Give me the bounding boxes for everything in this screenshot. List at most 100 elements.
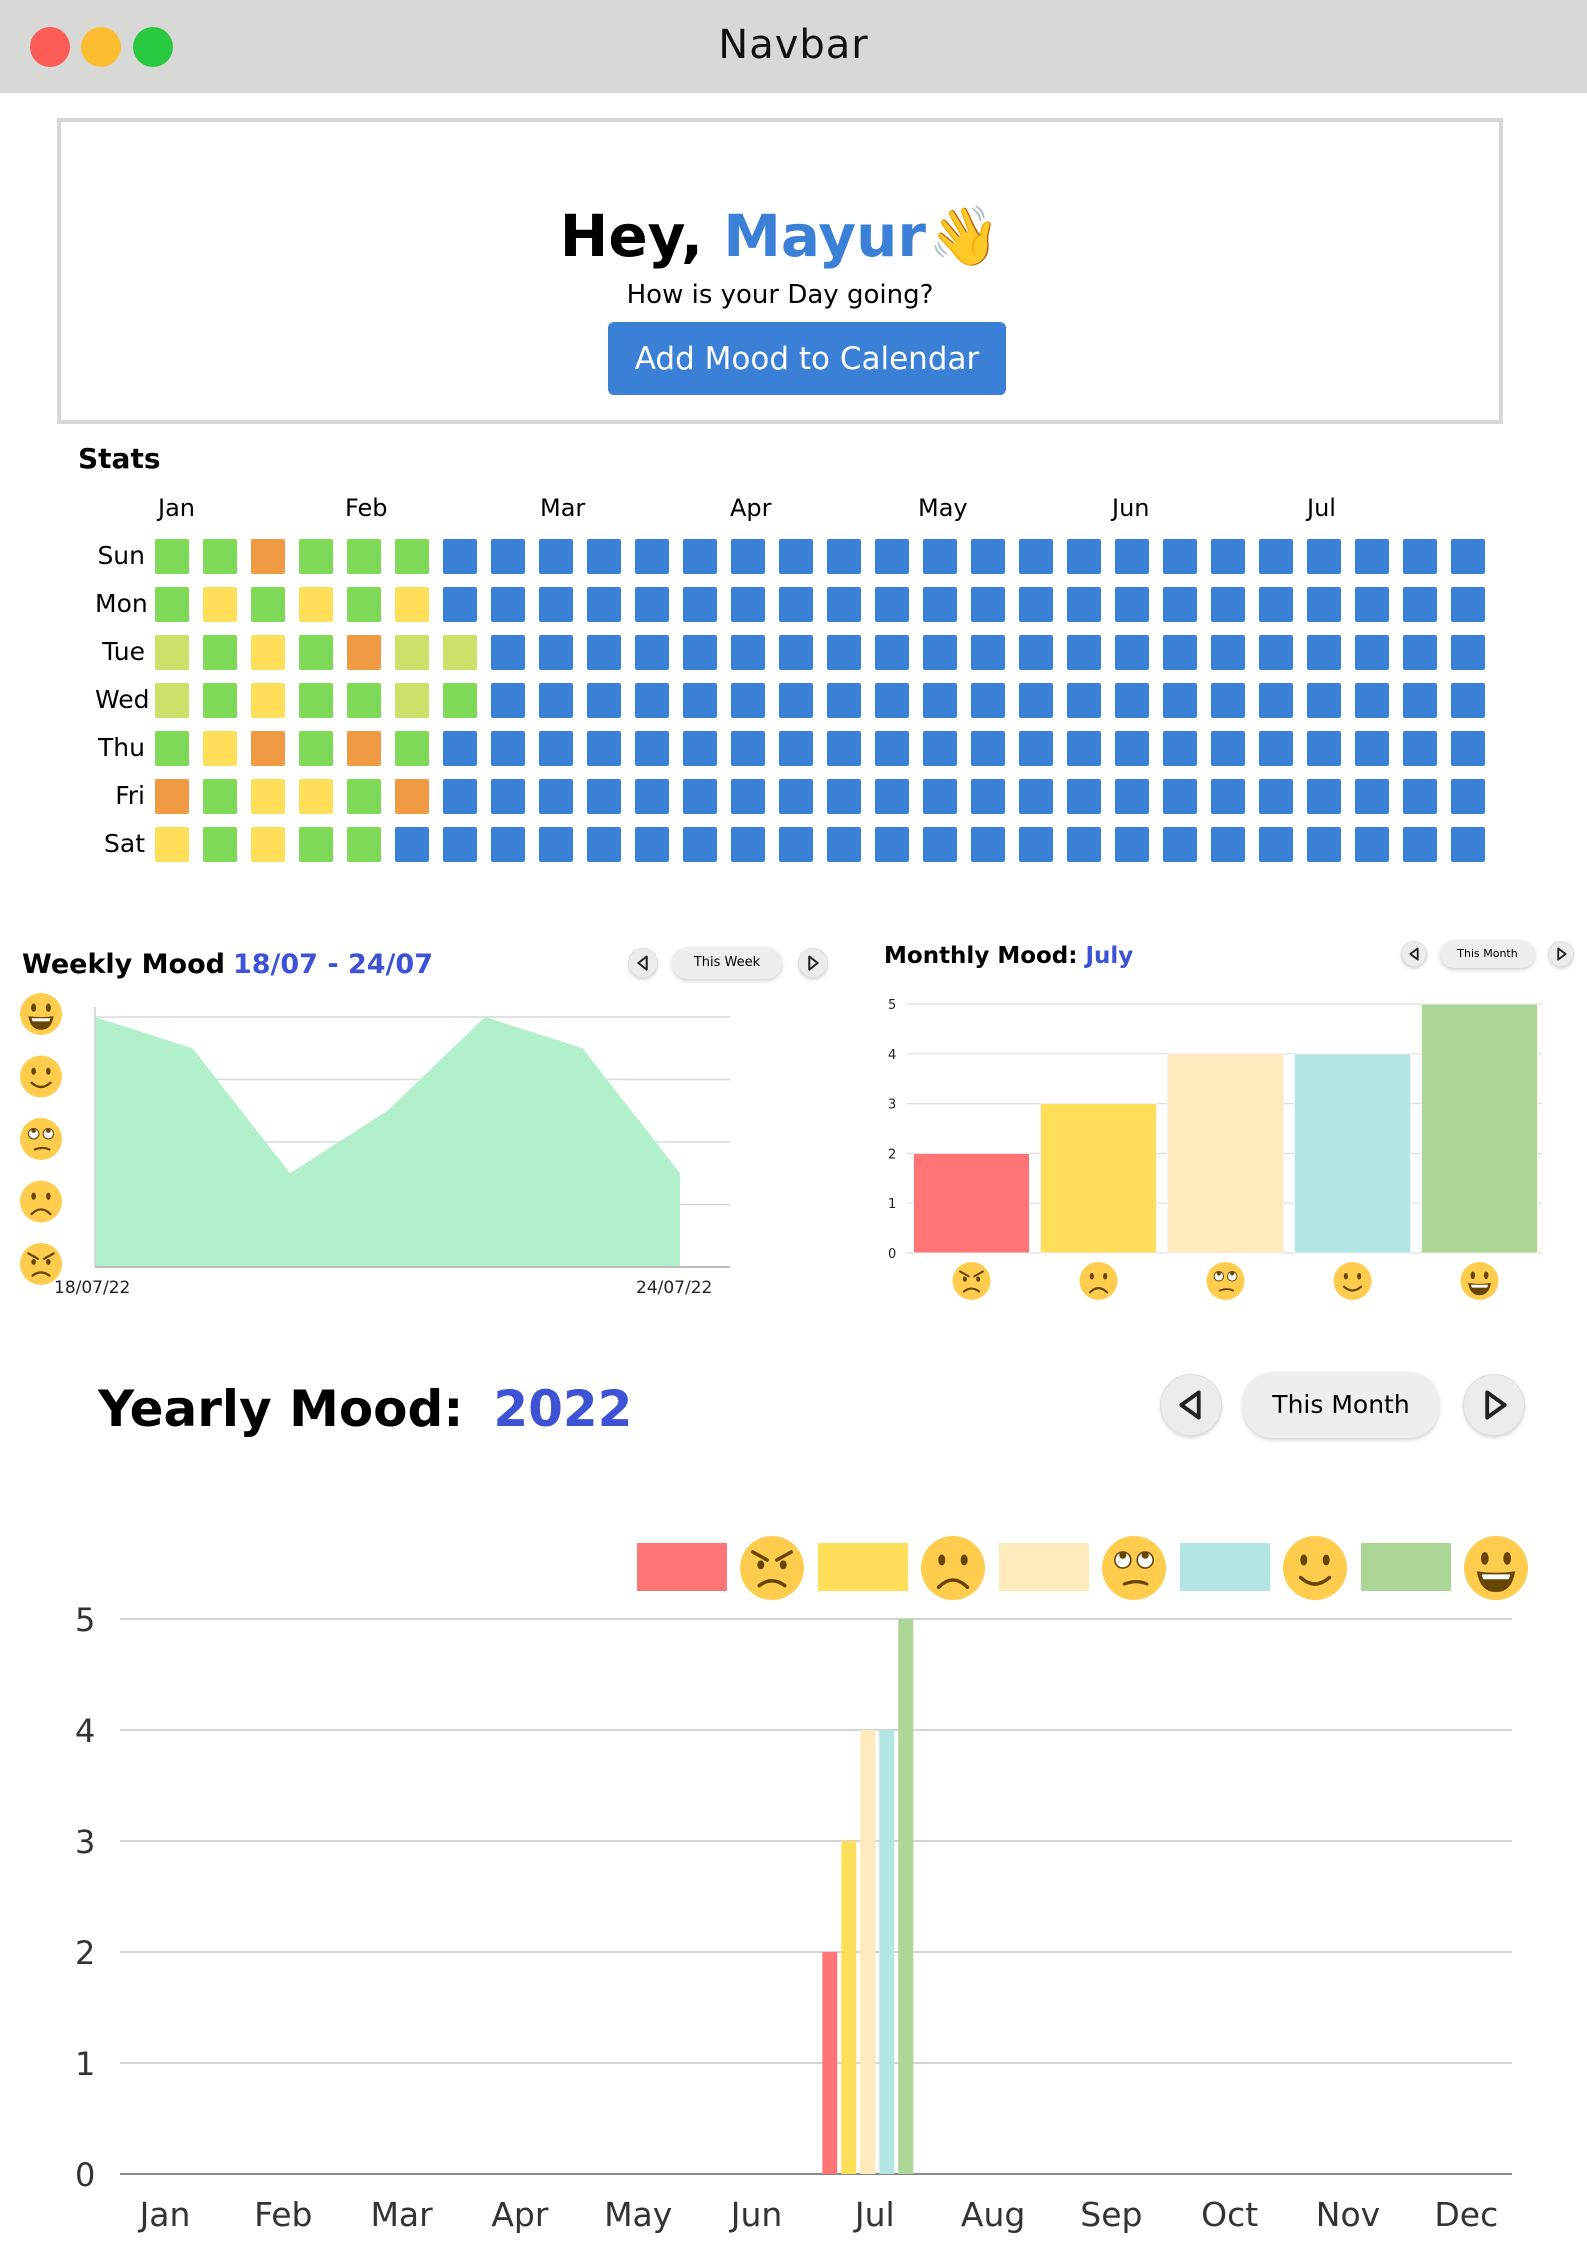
heatmap-cell[interactable] [683, 683, 717, 718]
heatmap-cell[interactable] [971, 635, 1005, 670]
heatmap-cell[interactable] [683, 587, 717, 622]
heatmap-cell[interactable] [1355, 539, 1389, 574]
heatmap-cell[interactable] [1451, 587, 1485, 622]
heatmap-cell[interactable] [587, 827, 621, 862]
heatmap-cell[interactable] [635, 539, 669, 574]
heatmap-cell[interactable] [1019, 539, 1053, 574]
heatmap-cell[interactable] [203, 731, 237, 766]
heatmap-cell[interactable] [203, 779, 237, 814]
heatmap-cell[interactable] [1451, 635, 1485, 670]
heatmap-cell[interactable] [443, 827, 477, 862]
monthly-prev-button[interactable] [1401, 941, 1427, 967]
heatmap-cell[interactable] [1307, 731, 1341, 766]
heatmap-cell[interactable] [875, 587, 909, 622]
heatmap-cell[interactable] [1451, 731, 1485, 766]
heatmap-cell[interactable] [731, 779, 765, 814]
heatmap-cell[interactable] [251, 635, 285, 670]
heatmap-cell[interactable] [203, 635, 237, 670]
heatmap-cell[interactable] [299, 635, 333, 670]
heatmap-cell[interactable] [1019, 731, 1053, 766]
heatmap-cell[interactable] [1355, 683, 1389, 718]
monthly-period-toggle[interactable]: This Month [1440, 940, 1535, 968]
heatmap-cell[interactable] [1259, 827, 1293, 862]
heatmap-cell[interactable] [155, 731, 189, 766]
heatmap-cell[interactable] [203, 587, 237, 622]
heatmap-cell[interactable] [1163, 635, 1197, 670]
heatmap-cell[interactable] [1403, 539, 1437, 574]
heatmap-cell[interactable] [251, 827, 285, 862]
heatmap-cell[interactable] [1403, 731, 1437, 766]
heatmap-cell[interactable] [1211, 827, 1245, 862]
heatmap-cell[interactable] [203, 539, 237, 574]
heatmap-cell[interactable] [1115, 683, 1149, 718]
monthly-next-button[interactable] [1548, 941, 1574, 967]
heatmap-cell[interactable] [1259, 587, 1293, 622]
heatmap-cell[interactable] [1067, 731, 1101, 766]
heatmap-cell[interactable] [1259, 779, 1293, 814]
heatmap-cell[interactable] [347, 587, 381, 622]
heatmap-cell[interactable] [731, 635, 765, 670]
heatmap-cell[interactable] [251, 683, 285, 718]
heatmap-cell[interactable] [1163, 683, 1197, 718]
heatmap-cell[interactable] [539, 731, 573, 766]
heatmap-cell[interactable] [347, 539, 381, 574]
heatmap-cell[interactable] [1067, 635, 1101, 670]
heatmap-cell[interactable] [1451, 779, 1485, 814]
heatmap-cell[interactable] [1451, 683, 1485, 718]
heatmap-cell[interactable] [1211, 635, 1245, 670]
heatmap-cell[interactable] [1019, 587, 1053, 622]
heatmap-cell[interactable] [395, 683, 429, 718]
heatmap-cell[interactable] [683, 731, 717, 766]
heatmap-cell[interactable] [1067, 779, 1101, 814]
heatmap-cell[interactable] [443, 731, 477, 766]
heatmap-cell[interactable] [971, 683, 1005, 718]
heatmap-cell[interactable] [1307, 827, 1341, 862]
heatmap-cell[interactable] [731, 827, 765, 862]
heatmap-cell[interactable] [875, 779, 909, 814]
heatmap-cell[interactable] [683, 827, 717, 862]
heatmap-cell[interactable] [1115, 635, 1149, 670]
heatmap-cell[interactable] [1307, 683, 1341, 718]
yearly-prev-button[interactable] [1160, 1374, 1222, 1436]
heatmap-cell[interactable] [1019, 683, 1053, 718]
heatmap-cell[interactable] [1115, 539, 1149, 574]
heatmap-cell[interactable] [635, 779, 669, 814]
heatmap-cell[interactable] [971, 779, 1005, 814]
heatmap-cell[interactable] [923, 683, 957, 718]
heatmap-cell[interactable] [539, 587, 573, 622]
heatmap-cell[interactable] [491, 683, 525, 718]
heatmap-cell[interactable] [1403, 683, 1437, 718]
heatmap-cell[interactable] [347, 683, 381, 718]
heatmap-cell[interactable] [779, 683, 813, 718]
heatmap-cell[interactable] [1307, 779, 1341, 814]
heatmap-cell[interactable] [395, 731, 429, 766]
heatmap-cell[interactable] [923, 731, 957, 766]
heatmap-cell[interactable] [1067, 827, 1101, 862]
heatmap-cell[interactable] [875, 635, 909, 670]
heatmap-cell[interactable] [1067, 539, 1101, 574]
heatmap-cell[interactable] [395, 539, 429, 574]
heatmap-cell[interactable] [1019, 635, 1053, 670]
heatmap-cell[interactable] [491, 587, 525, 622]
heatmap-cell[interactable] [1307, 539, 1341, 574]
heatmap-cell[interactable] [1259, 635, 1293, 670]
heatmap-cell[interactable] [491, 731, 525, 766]
heatmap-cell[interactable] [587, 635, 621, 670]
heatmap-cell[interactable] [251, 779, 285, 814]
heatmap-cell[interactable] [539, 683, 573, 718]
heatmap-cell[interactable] [155, 683, 189, 718]
heatmap-cell[interactable] [779, 779, 813, 814]
heatmap-cell[interactable] [155, 827, 189, 862]
heatmap-cell[interactable] [1403, 779, 1437, 814]
heatmap-cell[interactable] [1211, 539, 1245, 574]
heatmap-cell[interactable] [1067, 587, 1101, 622]
heatmap-cell[interactable] [395, 779, 429, 814]
heatmap-cell[interactable] [443, 539, 477, 574]
heatmap-cell[interactable] [1259, 539, 1293, 574]
heatmap-cell[interactable] [875, 731, 909, 766]
heatmap-cell[interactable] [1403, 635, 1437, 670]
heatmap-cell[interactable] [635, 587, 669, 622]
heatmap-cell[interactable] [491, 779, 525, 814]
heatmap-cell[interactable] [923, 779, 957, 814]
heatmap-cell[interactable] [875, 683, 909, 718]
